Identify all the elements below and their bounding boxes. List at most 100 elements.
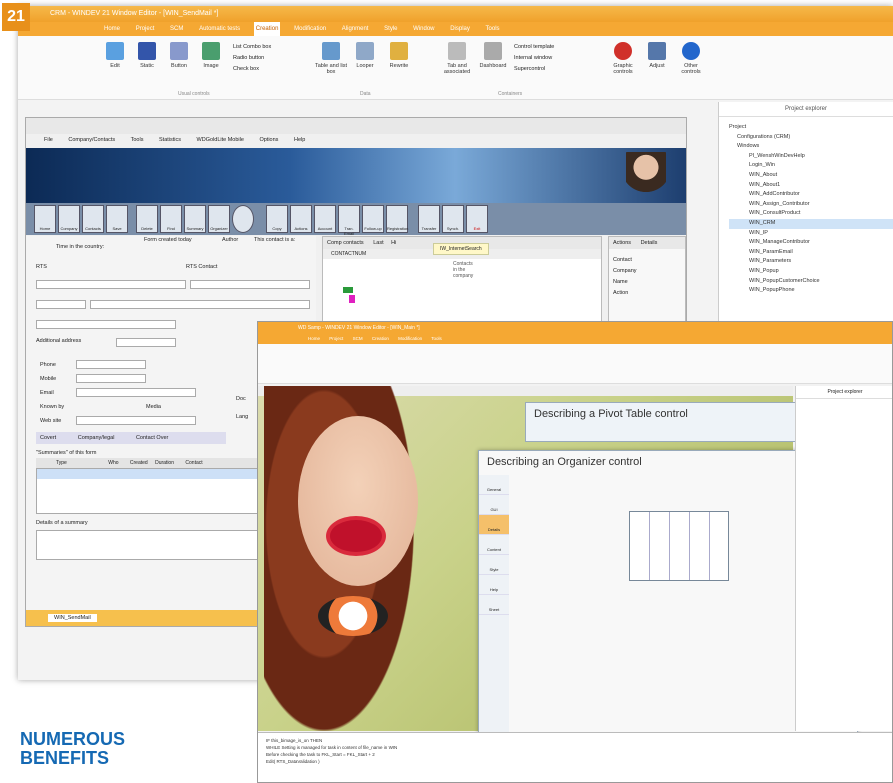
ribbon-adjust-button[interactable]: Adjust — [640, 42, 674, 69]
menu-modification[interactable]: Modification — [292, 22, 328, 36]
ribbon-image-button[interactable]: Image — [194, 42, 228, 69]
ribbon-edit-button[interactable]: Edit — [98, 42, 132, 69]
tree-item[interactable]: WIN_ManageContributor — [729, 238, 893, 248]
tree-item[interactable]: PI_WenshWinDevHelp — [729, 152, 893, 162]
tab-company-legal[interactable]: Company/legal — [78, 435, 115, 441]
col-duration[interactable]: Duration — [155, 460, 174, 466]
agenda-button[interactable] — [232, 205, 254, 233]
front-menu-creation[interactable]: Creation — [372, 336, 389, 341]
additional-address-field[interactable] — [116, 338, 176, 347]
internal-window-button[interactable]: Internal window — [514, 53, 554, 64]
synch-button[interactable]: Synch. — [442, 205, 464, 233]
tab-last[interactable]: Last — [373, 240, 383, 246]
tree-item[interactable]: WIN_Parameters — [729, 257, 893, 267]
tab-actions[interactable]: Actions — [613, 240, 631, 246]
tree-item-selected[interactable]: WIN_CRM — [729, 218, 893, 229]
menu-automatic-tests[interactable]: Automatic tests — [197, 22, 242, 36]
ribbon-static-button[interactable]: Static — [130, 42, 164, 69]
ribbon-table-button[interactable]: Table and list box — [314, 42, 348, 75]
tab-contact-over[interactable]: Contact Over — [136, 435, 168, 441]
list-combo-box-button[interactable]: List Combo box — [233, 42, 271, 53]
actions-button[interactable]: Actions — [290, 205, 312, 233]
front-menu-home[interactable]: Home — [308, 336, 320, 341]
menu-alignment[interactable]: Alignment — [340, 22, 371, 36]
menu-home[interactable]: Home — [102, 22, 122, 36]
crm-menu-statistics[interactable]: Statistics — [159, 137, 181, 143]
front-menu-scm[interactable]: SCM — [353, 336, 363, 341]
front-menu-project[interactable]: Project — [329, 336, 343, 341]
code-line[interactable]: IF this_bimage_is_on THEN — [266, 737, 884, 744]
tree-item[interactable]: WIN_Assign_Contributor — [729, 200, 893, 210]
menu-style[interactable]: Style — [382, 22, 399, 36]
account-button[interactable]: Account — [314, 205, 336, 233]
menu-project[interactable]: Project — [134, 22, 157, 36]
ribbon-looper-button[interactable]: Looper — [348, 42, 382, 69]
sidebar-content[interactable]: Content — [479, 535, 509, 555]
crm-menu-company[interactable]: Company/Contacts — [68, 137, 115, 143]
col-contact[interactable]: Contact — [185, 460, 202, 466]
tree-item[interactable]: Login_Win — [729, 161, 893, 171]
company-field[interactable] — [36, 280, 186, 289]
home-button[interactable]: Home — [34, 205, 56, 233]
menu-window[interactable]: Window — [411, 22, 436, 36]
tab-details[interactable]: Details — [641, 240, 658, 246]
mobile-field[interactable] — [76, 374, 146, 383]
tree-item[interactable]: Windows — [729, 142, 893, 152]
tab-covert[interactable]: Covert — [40, 435, 56, 441]
code-editor[interactable]: IF this_bimage_is_on THEN WHILE Setting … — [258, 732, 892, 782]
col-who[interactable]: Who — [108, 460, 118, 466]
save-button[interactable]: Save — [106, 205, 128, 233]
crm-menu-file[interactable]: File — [44, 137, 53, 143]
exit-button[interactable]: Exit — [466, 205, 488, 233]
organizer-button[interactable]: Organizer — [208, 205, 230, 233]
search-popup[interactable]: IW_InternetSearch — [433, 243, 489, 255]
follow-up-button[interactable]: Follow-up — [362, 205, 384, 233]
radio-button-button[interactable]: Radio button — [233, 53, 271, 64]
col-created[interactable]: Created — [130, 460, 148, 466]
tab-comp-contacts[interactable]: Comp contacts — [327, 240, 364, 246]
front-menu-modification[interactable]: Modification — [398, 336, 422, 341]
tree-item[interactable]: WIN_About — [729, 171, 893, 181]
sidebar-help[interactable]: Help — [479, 575, 509, 595]
ribbon-dashboard-button[interactable]: Dashboard — [476, 42, 510, 69]
tree-item[interactable]: WIN_Popup — [729, 267, 893, 277]
ribbon-other-button[interactable]: Other controls — [674, 42, 708, 75]
menu-tools[interactable]: Tools — [484, 22, 502, 36]
menu-creation[interactable]: Creation — [253, 22, 281, 36]
sidebar-details[interactable]: Details — [479, 515, 509, 535]
tree-item[interactable]: Project — [729, 123, 893, 133]
tree-item[interactable]: WIN_About1 — [729, 181, 893, 191]
sidebar-sheet[interactable]: Sheet — [479, 595, 509, 615]
email-button[interactable]: Tran. Email — [338, 205, 360, 236]
col-type[interactable]: Type — [56, 460, 67, 466]
summary-button[interactable]: Summary — [184, 205, 206, 233]
sidebar-style[interactable]: Style — [479, 555, 509, 575]
find-button[interactable]: Find — [160, 205, 182, 233]
tree-item[interactable]: WIN_IP — [729, 229, 893, 239]
copy-button[interactable]: Copy — [266, 205, 288, 233]
ribbon-graphic-button[interactable]: Graphic controls — [606, 42, 640, 75]
ribbon-rewrite-button[interactable]: Rewrite — [382, 42, 416, 69]
transfer-button[interactable]: Transfer — [418, 205, 440, 233]
tree-item[interactable]: WIN_PopupCustomerChoice — [729, 277, 893, 287]
crm-menu-tools[interactable]: Tools — [131, 137, 144, 143]
tab-hi[interactable]: Hi — [391, 240, 396, 246]
delete-button[interactable]: Delete — [136, 205, 158, 233]
tree-item[interactable]: WIN_ConsultProduct — [729, 209, 893, 219]
ribbon-button-button[interactable]: Button — [162, 42, 196, 69]
phone-field[interactable] — [76, 360, 146, 369]
tree-item[interactable]: Configurations (CRM) — [729, 133, 893, 143]
code-line[interactable]: WHILE Setting is managed for task in con… — [266, 744, 884, 751]
front-menu-tools[interactable]: Tools — [431, 336, 442, 341]
tree-item[interactable]: WIN_AddContributor — [729, 190, 893, 200]
tree-item[interactable]: WIN_PopupPhone — [729, 286, 893, 296]
code-line[interactable]: Before checking the task to FKL_Start = … — [266, 751, 884, 758]
sidebar-gui[interactable]: GUI — [479, 495, 509, 515]
status-tab[interactable]: WIN_SendMail — [48, 614, 97, 622]
company-button[interactable]: Company — [58, 205, 80, 233]
control-template-button[interactable]: Control template — [514, 42, 554, 53]
supercontrol-button[interactable]: Supercontrol — [514, 64, 554, 75]
menu-scm[interactable]: SCM — [168, 22, 185, 36]
sidebar-general[interactable]: General — [479, 475, 509, 495]
ribbon-tab-button[interactable]: Tab and associated — [440, 42, 474, 75]
